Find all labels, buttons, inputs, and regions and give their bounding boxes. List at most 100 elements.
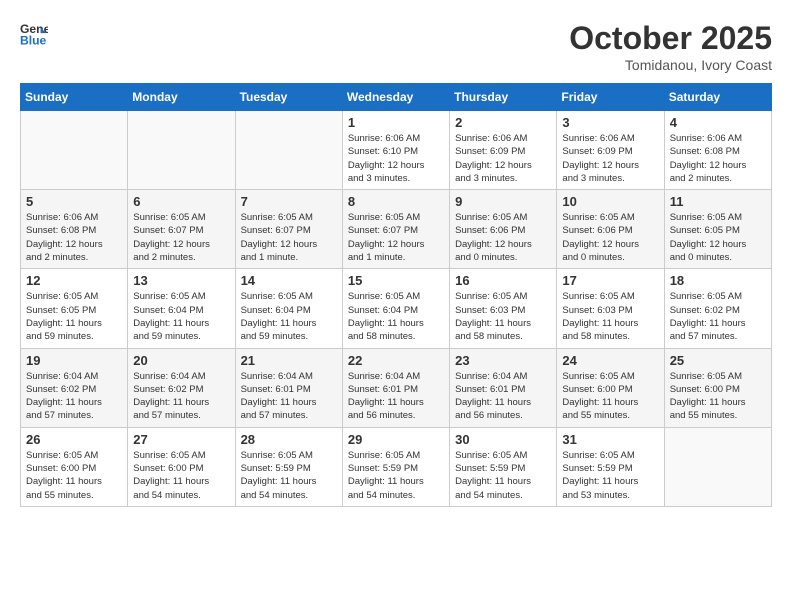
- calendar-cell: 8 Sunrise: 6:05 AMSunset: 6:07 PMDaylight…: [342, 190, 449, 269]
- calendar-cell: [21, 111, 128, 190]
- calendar-week-row: 1 Sunrise: 6:06 AMSunset: 6:10 PMDaylight…: [21, 111, 772, 190]
- calendar-cell: 1 Sunrise: 6:06 AMSunset: 6:10 PMDaylight…: [342, 111, 449, 190]
- calendar-cell: 25 Sunrise: 6:05 AMSunset: 6:00 PMDayligh…: [664, 348, 771, 427]
- day-number: 14: [241, 273, 337, 288]
- day-info: Sunrise: 6:05 AMSunset: 6:07 PMDaylight:…: [133, 211, 229, 264]
- calendar-cell: 27 Sunrise: 6:05 AMSunset: 6:00 PMDayligh…: [128, 427, 235, 506]
- day-number: 15: [348, 273, 444, 288]
- day-number: 28: [241, 432, 337, 447]
- calendar-cell: 29Sunrise: 6:05 AMSunset: 5:59 PMDayligh…: [342, 427, 449, 506]
- day-info: Sunrise: 6:04 AMSunset: 6:02 PMDaylight:…: [26, 370, 122, 423]
- day-number: 25: [670, 353, 766, 368]
- calendar-cell: [664, 427, 771, 506]
- calendar-cell: 22 Sunrise: 6:04 AMSunset: 6:01 PMDayligh…: [342, 348, 449, 427]
- day-number: 5: [26, 194, 122, 209]
- calendar-table: SundayMondayTuesdayWednesdayThursdayFrid…: [20, 83, 772, 507]
- day-info: Sunrise: 6:04 AMSunset: 6:01 PMDaylight:…: [348, 370, 444, 423]
- calendar-cell: 28Sunrise: 6:05 AMSunset: 5:59 PMDayligh…: [235, 427, 342, 506]
- col-header-tuesday: Tuesday: [235, 84, 342, 111]
- day-number: 10: [562, 194, 658, 209]
- calendar-cell: 17 Sunrise: 6:05 AMSunset: 6:03 PMDayligh…: [557, 269, 664, 348]
- calendar-cell: 9Sunrise: 6:05 AMSunset: 6:06 PMDaylight…: [450, 190, 557, 269]
- calendar-cell: 13 Sunrise: 6:05 AMSunset: 6:04 PMDayligh…: [128, 269, 235, 348]
- calendar-cell: 7 Sunrise: 6:05 AMSunset: 6:07 PMDaylight…: [235, 190, 342, 269]
- day-info: Sunrise: 6:06 AMSunset: 6:09 PMDaylight:…: [455, 132, 551, 185]
- calendar-cell: 26 Sunrise: 6:05 AMSunset: 6:00 PMDayligh…: [21, 427, 128, 506]
- day-number: 27: [133, 432, 229, 447]
- svg-text:Blue: Blue: [20, 33, 47, 47]
- location: Tomidanou, Ivory Coast: [569, 57, 772, 73]
- day-number: 19: [26, 353, 122, 368]
- day-info: Sunrise: 6:05 AMSunset: 6:07 PMDaylight:…: [241, 211, 337, 264]
- month-year: October 2025: [569, 20, 772, 57]
- calendar-week-row: 5 Sunrise: 6:06 AMSunset: 6:08 PMDaylight…: [21, 190, 772, 269]
- day-number: 26: [26, 432, 122, 447]
- calendar-cell: 6 Sunrise: 6:05 AMSunset: 6:07 PMDaylight…: [128, 190, 235, 269]
- day-info: Sunrise: 6:06 AMSunset: 6:09 PMDaylight:…: [562, 132, 658, 185]
- day-info: Sunrise: 6:05 AMSunset: 6:03 PMDaylight:…: [562, 290, 658, 343]
- day-info: Sunrise: 6:05 AMSunset: 6:06 PMDaylight:…: [562, 211, 658, 264]
- day-info: Sunrise: 6:04 AMSunset: 6:02 PMDaylight:…: [133, 370, 229, 423]
- day-info: Sunrise: 6:05 AMSunset: 6:04 PMDaylight:…: [241, 290, 337, 343]
- day-info: Sunrise: 6:06 AMSunset: 6:08 PMDaylight:…: [26, 211, 122, 264]
- day-number: 4: [670, 115, 766, 130]
- calendar-week-row: 26 Sunrise: 6:05 AMSunset: 6:00 PMDayligh…: [21, 427, 772, 506]
- day-info: Sunrise: 6:05 AMSunset: 5:59 PMDaylight:…: [562, 449, 658, 502]
- day-number: 7: [241, 194, 337, 209]
- calendar-week-row: 12 Sunrise: 6:05 AMSunset: 6:05 PMDayligh…: [21, 269, 772, 348]
- day-info: Sunrise: 6:05 AMSunset: 6:07 PMDaylight:…: [348, 211, 444, 264]
- day-number: 6: [133, 194, 229, 209]
- col-header-saturday: Saturday: [664, 84, 771, 111]
- day-number: 23: [455, 353, 551, 368]
- calendar-cell: 3 Sunrise: 6:06 AMSunset: 6:09 PMDaylight…: [557, 111, 664, 190]
- page-header: General Blue October 2025 Tomidanou, Ivo…: [20, 20, 772, 73]
- day-info: Sunrise: 6:05 AMSunset: 6:00 PMDaylight:…: [26, 449, 122, 502]
- calendar-cell: 31 Sunrise: 6:05 AMSunset: 5:59 PMDayligh…: [557, 427, 664, 506]
- logo-icon: General Blue: [20, 20, 48, 48]
- day-number: 8: [348, 194, 444, 209]
- calendar-cell: 4Sunrise: 6:06 AMSunset: 6:08 PMDaylight…: [664, 111, 771, 190]
- day-number: 1: [348, 115, 444, 130]
- calendar-cell: 19 Sunrise: 6:04 AMSunset: 6:02 PMDayligh…: [21, 348, 128, 427]
- day-info: Sunrise: 6:05 AMSunset: 6:00 PMDaylight:…: [133, 449, 229, 502]
- calendar-cell: 20Sunrise: 6:04 AMSunset: 6:02 PMDayligh…: [128, 348, 235, 427]
- day-number: 21: [241, 353, 337, 368]
- day-info: Sunrise: 6:04 AMSunset: 6:01 PMDaylight:…: [241, 370, 337, 423]
- day-number: 13: [133, 273, 229, 288]
- calendar-header-row: SundayMondayTuesdayWednesdayThursdayFrid…: [21, 84, 772, 111]
- day-info: Sunrise: 6:05 AMSunset: 6:00 PMDaylight:…: [670, 370, 766, 423]
- day-number: 2: [455, 115, 551, 130]
- day-number: 3: [562, 115, 658, 130]
- day-number: 12: [26, 273, 122, 288]
- day-info: Sunrise: 6:05 AMSunset: 5:59 PMDaylight:…: [348, 449, 444, 502]
- day-info: Sunrise: 6:05 AMSunset: 6:05 PMDaylight:…: [26, 290, 122, 343]
- day-info: Sunrise: 6:05 AMSunset: 6:03 PMDaylight:…: [455, 290, 551, 343]
- day-info: Sunrise: 6:06 AMSunset: 6:10 PMDaylight:…: [348, 132, 444, 185]
- calendar-cell: 12 Sunrise: 6:05 AMSunset: 6:05 PMDayligh…: [21, 269, 128, 348]
- calendar-cell: 11 Sunrise: 6:05 AMSunset: 6:05 PMDayligh…: [664, 190, 771, 269]
- calendar-week-row: 19 Sunrise: 6:04 AMSunset: 6:02 PMDayligh…: [21, 348, 772, 427]
- day-info: Sunrise: 6:05 AMSunset: 6:04 PMDaylight:…: [133, 290, 229, 343]
- col-header-friday: Friday: [557, 84, 664, 111]
- day-number: 11: [670, 194, 766, 209]
- day-number: 16: [455, 273, 551, 288]
- calendar-cell: 23 Sunrise: 6:04 AMSunset: 6:01 PMDayligh…: [450, 348, 557, 427]
- day-info: Sunrise: 6:04 AMSunset: 6:01 PMDaylight:…: [455, 370, 551, 423]
- day-number: 17: [562, 273, 658, 288]
- day-info: Sunrise: 6:05 AMSunset: 6:00 PMDaylight:…: [562, 370, 658, 423]
- calendar-cell: [235, 111, 342, 190]
- calendar-cell: 21 Sunrise: 6:04 AMSunset: 6:01 PMDayligh…: [235, 348, 342, 427]
- day-info: Sunrise: 6:05 AMSunset: 6:02 PMDaylight:…: [670, 290, 766, 343]
- day-number: 31: [562, 432, 658, 447]
- day-number: 9: [455, 194, 551, 209]
- day-info: Sunrise: 6:05 AMSunset: 5:59 PMDaylight:…: [455, 449, 551, 502]
- calendar-cell: 24Sunrise: 6:05 AMSunset: 6:00 PMDayligh…: [557, 348, 664, 427]
- col-header-monday: Monday: [128, 84, 235, 111]
- calendar-cell: 14 Sunrise: 6:05 AMSunset: 6:04 PMDayligh…: [235, 269, 342, 348]
- day-info: Sunrise: 6:05 AMSunset: 6:05 PMDaylight:…: [670, 211, 766, 264]
- calendar-cell: 18 Sunrise: 6:05 AMSunset: 6:02 PMDayligh…: [664, 269, 771, 348]
- day-number: 18: [670, 273, 766, 288]
- day-number: 22: [348, 353, 444, 368]
- col-header-thursday: Thursday: [450, 84, 557, 111]
- title-block: October 2025 Tomidanou, Ivory Coast: [569, 20, 772, 73]
